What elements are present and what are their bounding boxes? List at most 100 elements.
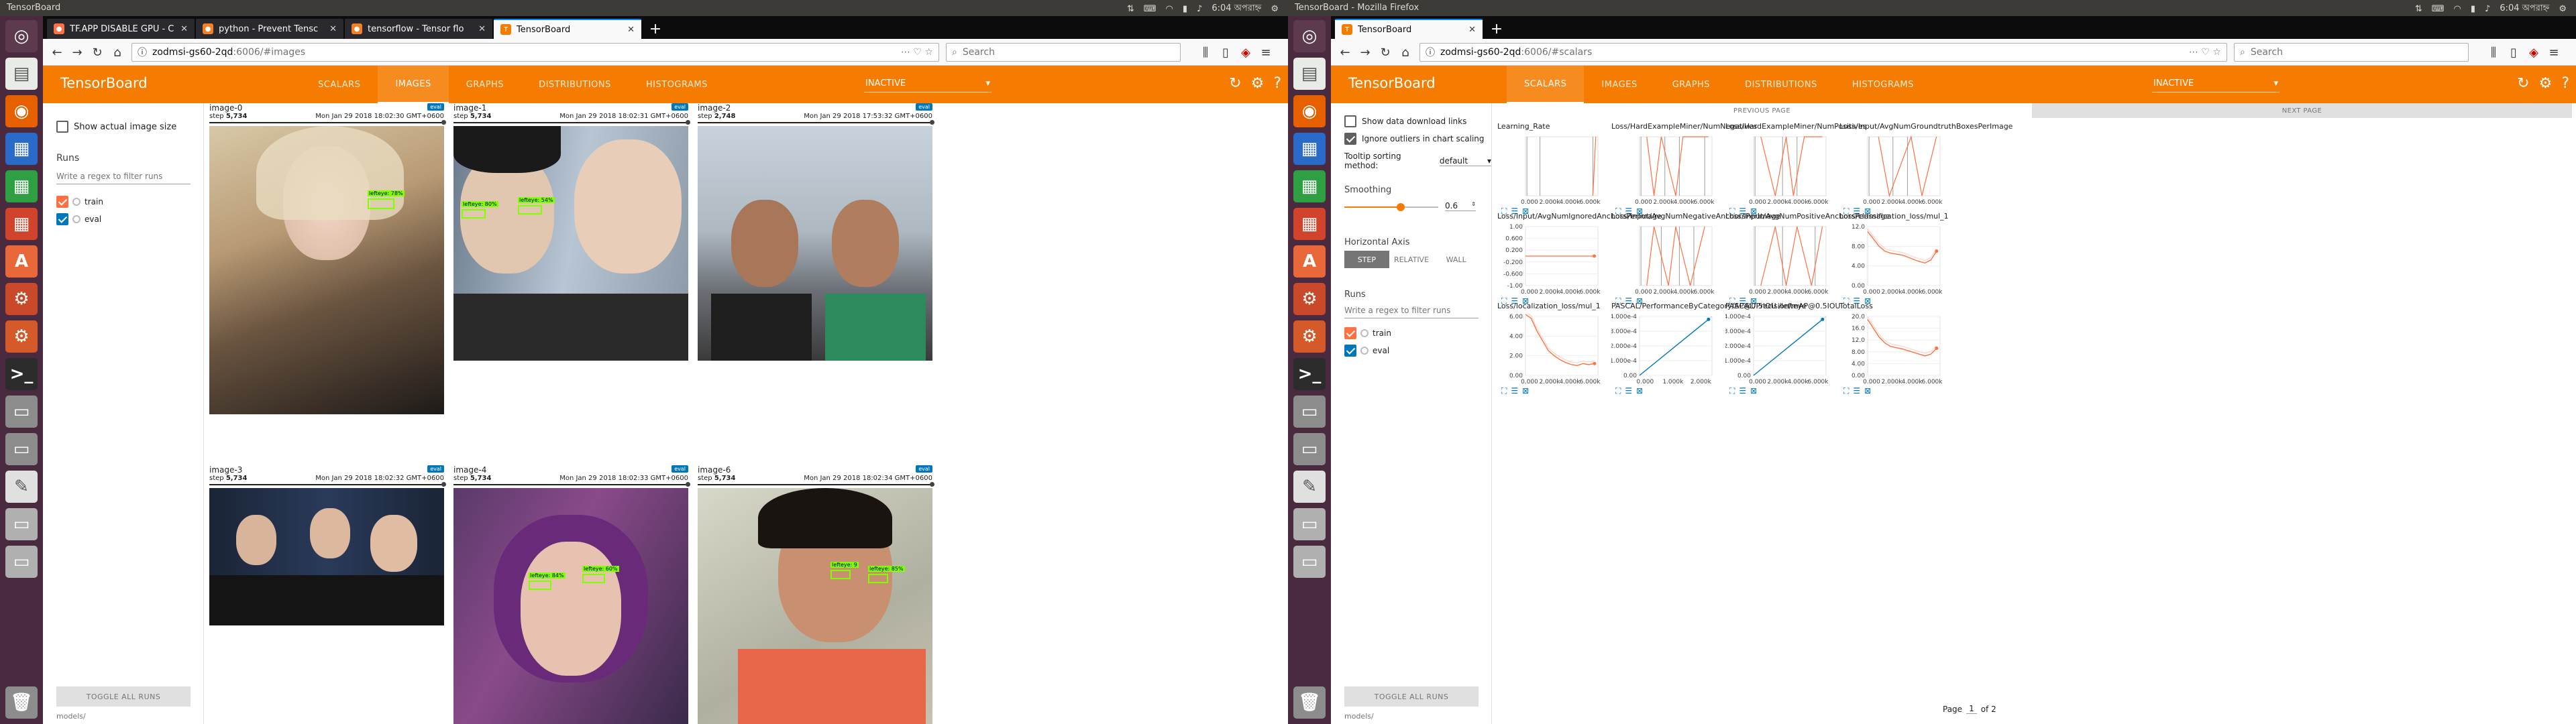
run-filter-input[interactable]: Write a regex to filter runs — [56, 172, 191, 184]
tab-scalars[interactable]: SCALARS — [301, 66, 378, 103]
fullscreen-icon[interactable]: ⛶ — [1843, 386, 1849, 396]
page-input[interactable]: 1 — [1966, 704, 1977, 714]
settings-icon[interactable]: ⚙ — [2539, 75, 2553, 92]
home-icon[interactable]: ⌂ — [1397, 44, 1414, 60]
new-tab-icon[interactable]: + — [647, 20, 664, 38]
browser-tab[interactable]: ● python - Prevent Tensc ✕ — [196, 19, 343, 39]
inactive-dropdown[interactable]: INACTIVE ▾ — [864, 75, 991, 93]
clock[interactable]: 6:04 অপরাহ্ন — [1212, 2, 1261, 16]
tab-graphs[interactable]: GRAPHS — [449, 66, 521, 103]
menu-icon[interactable]: ≡ — [1257, 44, 1275, 60]
step-slider[interactable] — [209, 120, 446, 125]
axis-relative-button[interactable]: RELATIVE — [1389, 251, 1434, 268]
checkbox[interactable] — [1344, 327, 1356, 339]
inactive-dropdown[interactable]: INACTIVE ▾ — [2152, 75, 2279, 93]
transfer-icon[interactable]: ⇅ — [1127, 4, 1134, 14]
editor-icon[interactable]: ✎ — [5, 471, 38, 503]
axis-step-button[interactable]: STEP — [1344, 251, 1389, 268]
keyboard-icon[interactable]: ⌨ — [1144, 4, 1157, 14]
back-icon[interactable]: ← — [1336, 44, 1354, 60]
refresh-icon[interactable]: ↻ — [1229, 75, 1241, 92]
smoothing-input[interactable]: 0.6 ⇕ — [1445, 201, 1476, 211]
firefox-icon[interactable]: ◉ — [1293, 95, 1326, 127]
toggle-all-runs-button[interactable]: TOGGLE ALL RUNS — [1344, 686, 1479, 707]
tools-icon[interactable]: ⚙ — [5, 320, 38, 353]
data-table-icon[interactable]: ☰ — [1739, 386, 1746, 396]
close-tab-icon[interactable]: ✕ — [627, 25, 635, 35]
disk-icon[interactable]: ▭ — [5, 433, 38, 465]
browser-tab-active[interactable]: T TensorBoard ✕ — [494, 19, 641, 39]
run-item-train[interactable]: train — [56, 196, 103, 208]
disk-icon[interactable]: ▭ — [1293, 433, 1326, 465]
checkbox[interactable] — [56, 121, 68, 133]
ubuntu-dash-icon[interactable]: ◎ — [1293, 20, 1326, 52]
calc-icon[interactable]: ▦ — [5, 170, 38, 202]
drive-icon[interactable]: ▭ — [5, 396, 38, 428]
checkbox[interactable] — [56, 196, 68, 208]
clock[interactable]: 6:04 অপরাহ্ন — [2500, 2, 2549, 16]
writer-icon[interactable]: ▦ — [1293, 133, 1326, 165]
files-icon[interactable]: ▤ — [1293, 58, 1326, 90]
software-center-icon[interactable]: A — [5, 245, 38, 278]
previous-page-button[interactable]: PREVIOUS PAGE — [1492, 103, 2032, 118]
extension-icon[interactable]: ◈ — [2525, 44, 2542, 60]
settings-icon[interactable]: ⚙ — [1293, 283, 1326, 315]
drive3-icon[interactable]: ▭ — [1293, 546, 1326, 578]
show-actual-size-option[interactable]: Show actual image size — [56, 121, 176, 133]
settings-gear-icon[interactable]: ⚙ — [1271, 4, 1279, 14]
checkbox[interactable] — [1344, 345, 1356, 357]
browser-tab[interactable]: ● tensorflow - Tensor flo ✕ — [345, 19, 492, 39]
terminal-icon[interactable]: >_ — [5, 358, 38, 390]
tab-scalars[interactable]: SCALARS — [1507, 66, 1585, 103]
wifi-icon[interactable]: ◠ — [1166, 4, 1173, 14]
checkbox[interactable] — [56, 213, 68, 225]
browser-tab[interactable]: ● TF.APP DISABLE GPU - C ✕ — [47, 19, 195, 39]
volume-icon[interactable]: ♪ — [1197, 4, 1202, 14]
next-page-button[interactable]: NEXT PAGE — [2032, 103, 2572, 118]
step-slider[interactable] — [453, 120, 690, 125]
battery-icon[interactable]: ▮ — [1183, 4, 1187, 14]
menu-icon[interactable]: ≡ — [2545, 44, 2563, 60]
files-icon[interactable]: ▤ — [5, 58, 38, 90]
volume-icon[interactable]: ♪ — [2485, 4, 2490, 14]
close-tab-icon[interactable]: ✕ — [329, 24, 337, 34]
trash-icon[interactable]: 🗑 — [5, 686, 38, 719]
data-table-icon[interactable]: ☰ — [1511, 386, 1518, 396]
forward-icon[interactable]: → — [1356, 44, 1374, 60]
fit-domain-icon[interactable]: ⊠ — [1522, 386, 1529, 396]
forward-icon[interactable]: → — [68, 44, 86, 60]
sidebar-icon[interactable]: ▯ — [1217, 44, 1234, 60]
tooltip-sorting-select[interactable]: default ▾ — [1439, 156, 1491, 166]
library-icon[interactable]: ⫼ — [2485, 44, 2502, 60]
drive3-icon[interactable]: ▭ — [5, 546, 38, 578]
fit-domain-icon[interactable]: ⊠ — [1864, 386, 1871, 396]
run-item-train[interactable]: train — [1344, 327, 1391, 339]
radio[interactable] — [1360, 329, 1368, 337]
terminal-icon[interactable]: >_ — [1293, 358, 1326, 390]
software-center-icon[interactable]: A — [1293, 245, 1326, 278]
battery-icon[interactable]: ▮ — [2471, 4, 2475, 14]
tab-histograms[interactable]: HISTOGRAMS — [1835, 66, 1931, 103]
reload-icon[interactable]: ↻ — [89, 44, 106, 60]
calc-icon[interactable]: ▦ — [1293, 170, 1326, 202]
info-icon[interactable]: ⓘ — [1426, 46, 1435, 59]
sidebar-icon[interactable]: ▯ — [2505, 44, 2522, 60]
tab-distributions[interactable]: DISTRIBUTIONS — [1727, 66, 1835, 103]
transfer-icon[interactable]: ⇅ — [2415, 4, 2422, 14]
tab-images[interactable]: IMAGES — [1584, 66, 1654, 103]
search-bar[interactable]: ⌕ Search — [2234, 43, 2469, 62]
step-slider[interactable] — [453, 482, 690, 487]
settings-icon[interactable]: ⚙ — [5, 283, 38, 315]
smoothing-slider[interactable] — [1344, 203, 1438, 211]
close-tab-icon[interactable]: ✕ — [478, 24, 486, 34]
drive2-icon[interactable]: ▭ — [1293, 508, 1326, 540]
url-bar[interactable]: ⓘ zodmsi-gs60-2qd:6006/#images ⋯ ♡ ☆ — [131, 43, 939, 62]
reload-icon[interactable]: ↻ — [1377, 44, 1394, 60]
home-icon[interactable]: ⌂ — [109, 44, 126, 60]
ignore-outliers-option[interactable]: Ignore outliers in chart scaling — [1344, 133, 1485, 145]
browser-tab-active[interactable]: T TensorBoard ✕ — [1335, 19, 1483, 39]
back-icon[interactable]: ← — [48, 44, 66, 60]
data-table-icon[interactable]: ☰ — [1625, 386, 1632, 396]
settings-gear-icon[interactable]: ⚙ — [2559, 4, 2567, 14]
smoothing-knob[interactable] — [1397, 203, 1405, 211]
